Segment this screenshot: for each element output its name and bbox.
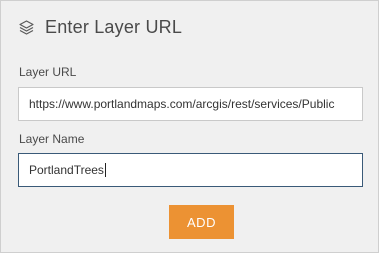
layer-url-label: Layer URL [19,65,77,79]
layer-url-value: https://www.portlandmaps.com/arcgis/rest… [29,97,335,111]
layers-icon [18,19,35,36]
layer-name-input[interactable]: PortlandTrees [18,153,363,187]
layer-url-input[interactable]: https://www.portlandmaps.com/arcgis/rest… [18,87,363,121]
layer-name-value: PortlandTrees [29,163,104,177]
layer-name-label: Layer Name [19,132,85,146]
text-caret [104,163,106,177]
add-button[interactable]: ADD [169,205,234,239]
panel-title: Enter Layer URL [45,17,183,37]
enter-layer-url-panel: Enter Layer URL Layer URL https://www.po… [0,0,379,253]
panel-header: Enter Layer URL [18,17,182,38]
